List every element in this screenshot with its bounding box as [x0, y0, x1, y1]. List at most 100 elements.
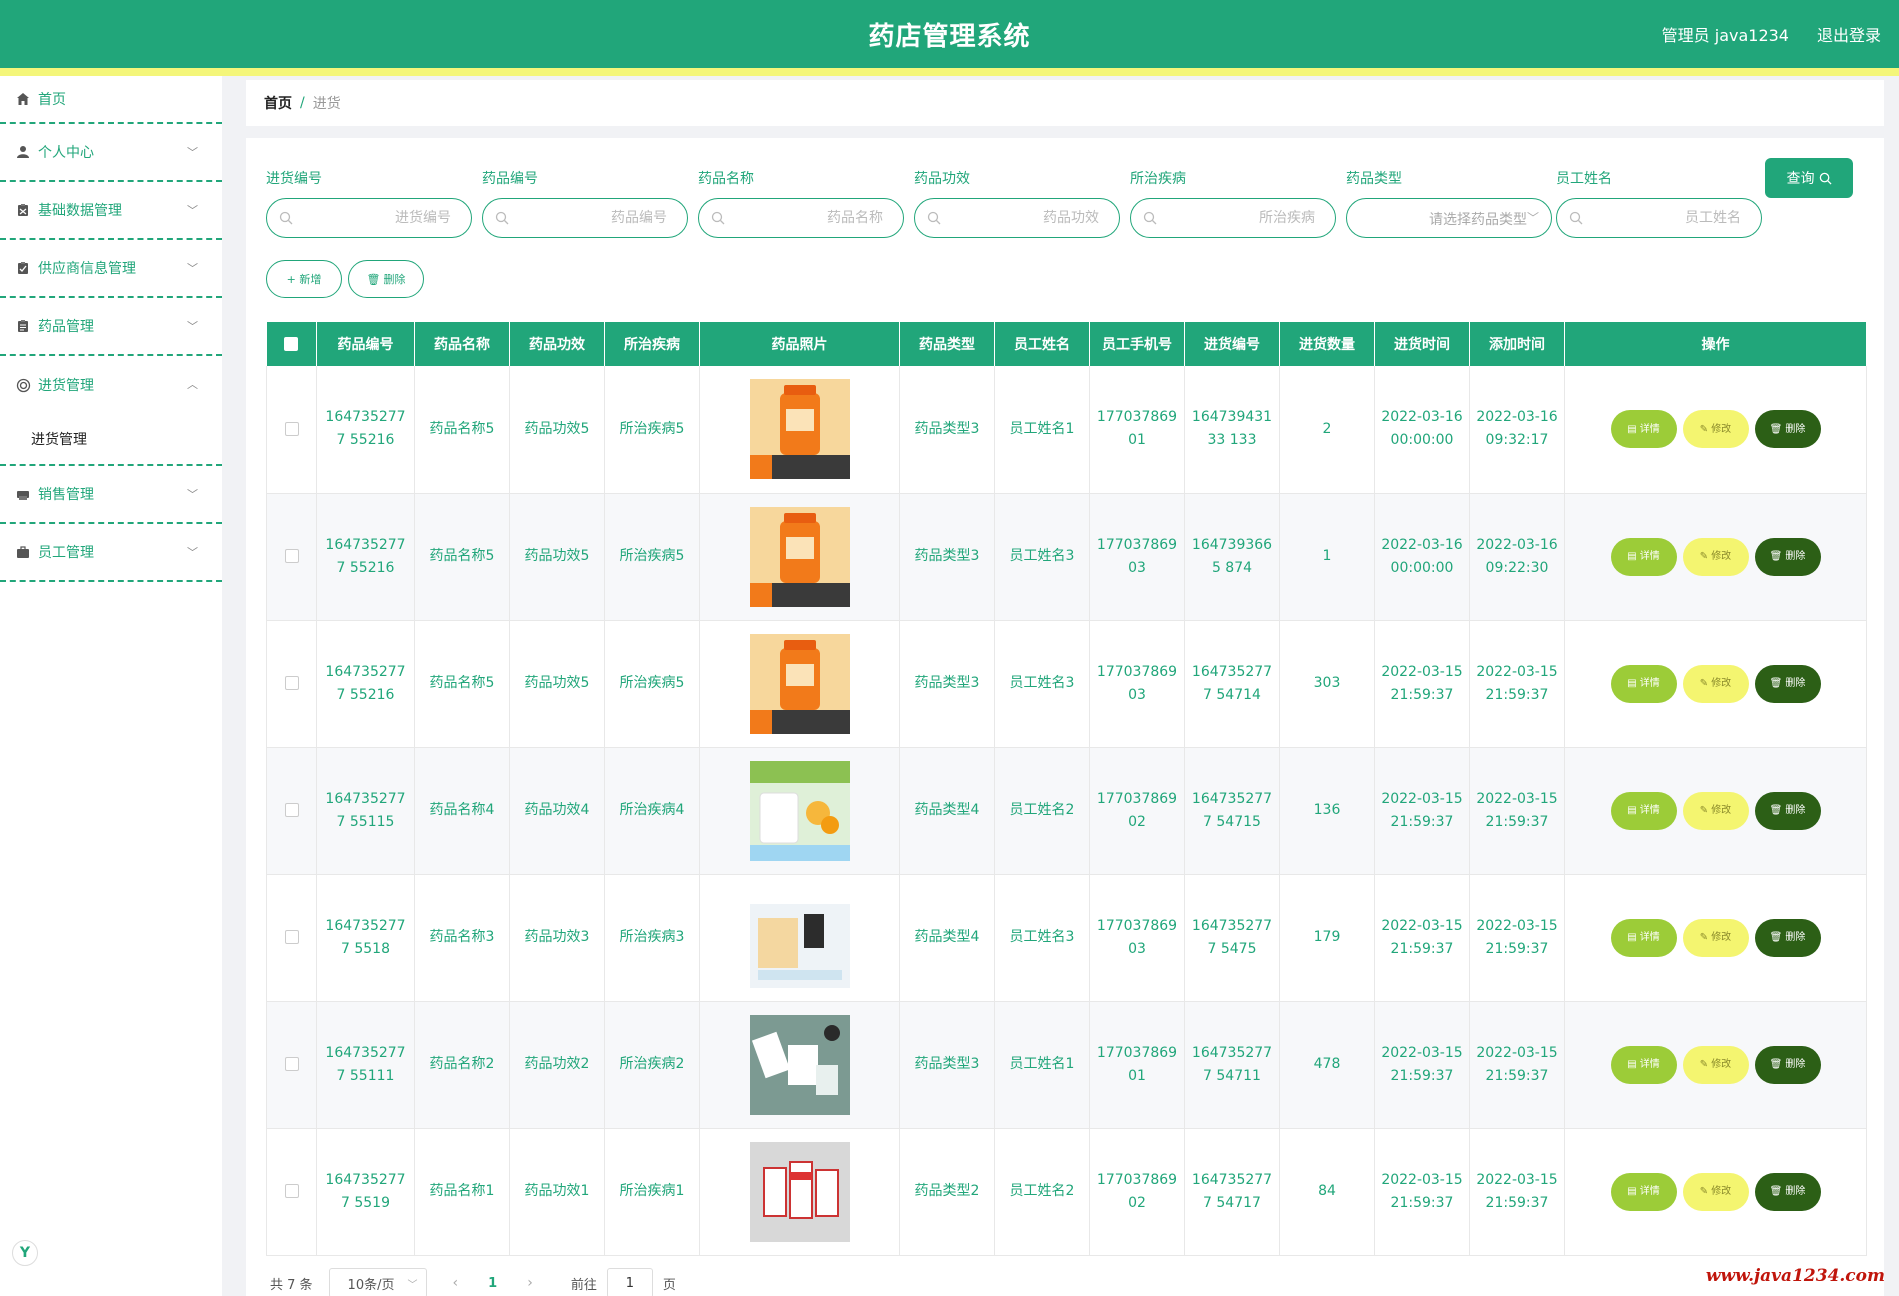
app-logo-icon[interactable]: Y	[12, 1240, 38, 1266]
cell-medicine-type: 药品类型3	[899, 620, 995, 748]
detail-label: 详情	[1639, 1059, 1660, 1070]
page-number-current[interactable]: 1	[488, 1276, 497, 1291]
detail-button[interactable]: ▤ 详情	[1610, 664, 1677, 703]
purchase-no-input[interactable]	[301, 199, 451, 237]
submenu-item-purchase-manage[interactable]: 进货管理	[0, 414, 222, 464]
cell-disease: 所治疾病3	[604, 874, 700, 1002]
cell-staff-phone: 17703786901	[1089, 366, 1185, 494]
table-row: 1647352777 5518 药品名称3 药品功效3 所治疾病3 药品类型4 员工姓名3…	[266, 874, 1867, 1002]
row-checkbox[interactable]	[266, 1001, 317, 1129]
sidebar-item-medicine[interactable]: 药品管理 ﹀	[0, 298, 222, 356]
cell-operations: ▤ 详情 ✎ 修改 🗑 删除	[1564, 1128, 1867, 1256]
delete-button[interactable]: 🗑 删除	[1754, 664, 1821, 703]
detail-button[interactable]: ▤ 详情	[1610, 410, 1677, 449]
search-icon	[495, 211, 509, 225]
select-all-checkbox[interactable]	[266, 322, 317, 366]
sidebar-item-staff[interactable]: 员工管理 ﹀	[0, 524, 222, 582]
medicine-photo-orange-bottle	[749, 506, 850, 607]
th-operations: 操作	[1564, 322, 1867, 366]
detail-label: 详情	[1639, 551, 1660, 562]
sidebar-item-home[interactable]: 首页	[0, 76, 222, 124]
cell-disease: 所治疾病5	[604, 493, 700, 621]
cell-operations: ▤ 详情 ✎ 修改 🗑 删除	[1564, 493, 1867, 621]
staff-name-input[interactable]	[1591, 199, 1741, 237]
batch-delete-button[interactable]: 🗑 删除	[348, 260, 424, 298]
delete-label: 删除	[1785, 805, 1806, 816]
filter-medicine-effect: 药品功效	[914, 168, 1120, 238]
disease-input[interactable]	[1165, 199, 1315, 237]
row-checkbox[interactable]	[266, 620, 317, 748]
delete-button[interactable]: 🗑 删除	[1754, 791, 1821, 830]
filter-input-wrap	[482, 198, 688, 238]
cell-disease: 所治疾病5	[604, 620, 700, 748]
sidebar-item-basic-data[interactable]: 基础数据管理 ﹀	[0, 182, 222, 240]
pencil-icon: ✎	[1699, 932, 1709, 943]
detail-button[interactable]: ▤ 详情	[1610, 791, 1677, 830]
cell-purchase-time: 2022-03-16 00:00:00	[1374, 366, 1470, 494]
page-size-select[interactable]: 10条/页 ﹀	[328, 1268, 427, 1296]
delete-button[interactable]: 🗑 删除	[1754, 537, 1821, 576]
filter-medicine-no: 药品编号	[482, 168, 688, 238]
goto-page-input[interactable]	[606, 1268, 653, 1296]
row-checkbox[interactable]	[266, 747, 317, 875]
row-checkbox[interactable]	[266, 1128, 317, 1256]
breadcrumb-home[interactable]: 首页	[264, 93, 292, 113]
delete-button[interactable]: 🗑 删除	[1754, 410, 1821, 449]
sidebar-item-sales[interactable]: 销售管理 ﹀	[0, 466, 222, 524]
cell-purchase-qty: 84	[1279, 1128, 1375, 1256]
edit-button[interactable]: ✎ 修改	[1682, 664, 1749, 703]
sidebar-item-purchase[interactable]: 进货管理 ︿	[0, 356, 222, 414]
detail-icon: ▤	[1627, 551, 1637, 562]
chevron-down-icon: ﹀	[187, 320, 198, 333]
cell-medicine-photo	[699, 493, 900, 621]
detail-label: 详情	[1639, 678, 1660, 689]
sidebar-item-label: 销售管理	[38, 487, 94, 503]
sidebar-item-personal[interactable]: 个人中心 ﹀	[0, 124, 222, 182]
prev-page-button[interactable]: ‹	[453, 1275, 459, 1291]
medicine-photo-packaging-set	[749, 1014, 850, 1115]
detail-icon: ▤	[1627, 932, 1637, 943]
detail-button[interactable]: ▤ 详情	[1610, 1045, 1677, 1084]
page-size-value: 10条/页	[347, 1277, 395, 1293]
edit-button[interactable]: ✎ 修改	[1682, 1045, 1749, 1084]
edit-button[interactable]: ✎ 修改	[1682, 1172, 1749, 1211]
cell-medicine-effect: 药品功效1	[509, 1128, 605, 1256]
medicine-no-input[interactable]	[517, 199, 667, 237]
delete-button[interactable]: 🗑 删除	[1754, 1172, 1821, 1211]
cell-add-time: 2022-03-15 21:59:37	[1469, 620, 1565, 748]
detail-button[interactable]: ▤ 详情	[1610, 1172, 1677, 1211]
edit-button[interactable]: ✎ 修改	[1682, 791, 1749, 830]
cell-operations: ▤ 详情 ✎ 修改 🗑 删除	[1564, 874, 1867, 1002]
logout-link[interactable]: 退出登录	[1817, 22, 1881, 46]
cell-disease: 所治疾病2	[604, 1001, 700, 1129]
query-button[interactable]: 查询	[1765, 158, 1853, 198]
sidebar-item-supplier[interactable]: 供应商信息管理 ﹀	[0, 240, 222, 298]
edit-button[interactable]: ✎ 修改	[1682, 410, 1749, 449]
cell-medicine-no: 1647352777 55216	[316, 366, 415, 494]
next-page-button[interactable]: ›	[527, 1275, 533, 1291]
detail-button[interactable]: ▤ 详情	[1610, 537, 1677, 576]
medicine-effect-input[interactable]	[949, 199, 1099, 237]
th-staff-phone: 员工手机号	[1089, 322, 1185, 366]
cell-purchase-no: 16473943133 133	[1184, 366, 1280, 494]
detail-icon: ▤	[1627, 805, 1637, 816]
cell-purchase-time: 2022-03-15 21:59:37	[1374, 874, 1470, 1002]
edit-button[interactable]: ✎ 修改	[1682, 918, 1749, 957]
main-panel: 进货编号 药品编号 药品名称 药品功效	[246, 138, 1884, 1296]
cell-purchase-qty: 478	[1279, 1001, 1375, 1129]
delete-button[interactable]: 🗑 删除	[1754, 918, 1821, 957]
detail-button[interactable]: ▤ 详情	[1610, 918, 1677, 957]
cell-medicine-name: 药品名称2	[414, 1001, 510, 1129]
detail-label: 详情	[1639, 932, 1660, 943]
medicine-photo-vitamin-c-jar	[749, 760, 850, 861]
row-checkbox[interactable]	[266, 493, 317, 621]
table-row: 1647352777 55115 药品名称4 药品功效4 所治疾病4 药品类型4 员工姓名…	[266, 747, 1867, 875]
delete-button[interactable]: 🗑 删除	[1754, 1045, 1821, 1084]
cell-purchase-qty: 1	[1279, 493, 1375, 621]
row-checkbox[interactable]	[266, 366, 317, 494]
edit-button[interactable]: ✎ 修改	[1682, 537, 1749, 576]
medicine-type-select[interactable]: 请选择药品类型 ﹀	[1346, 198, 1552, 238]
medicine-name-input[interactable]	[733, 199, 883, 237]
add-button[interactable]: + 新增	[266, 260, 342, 298]
row-checkbox[interactable]	[266, 874, 317, 1002]
